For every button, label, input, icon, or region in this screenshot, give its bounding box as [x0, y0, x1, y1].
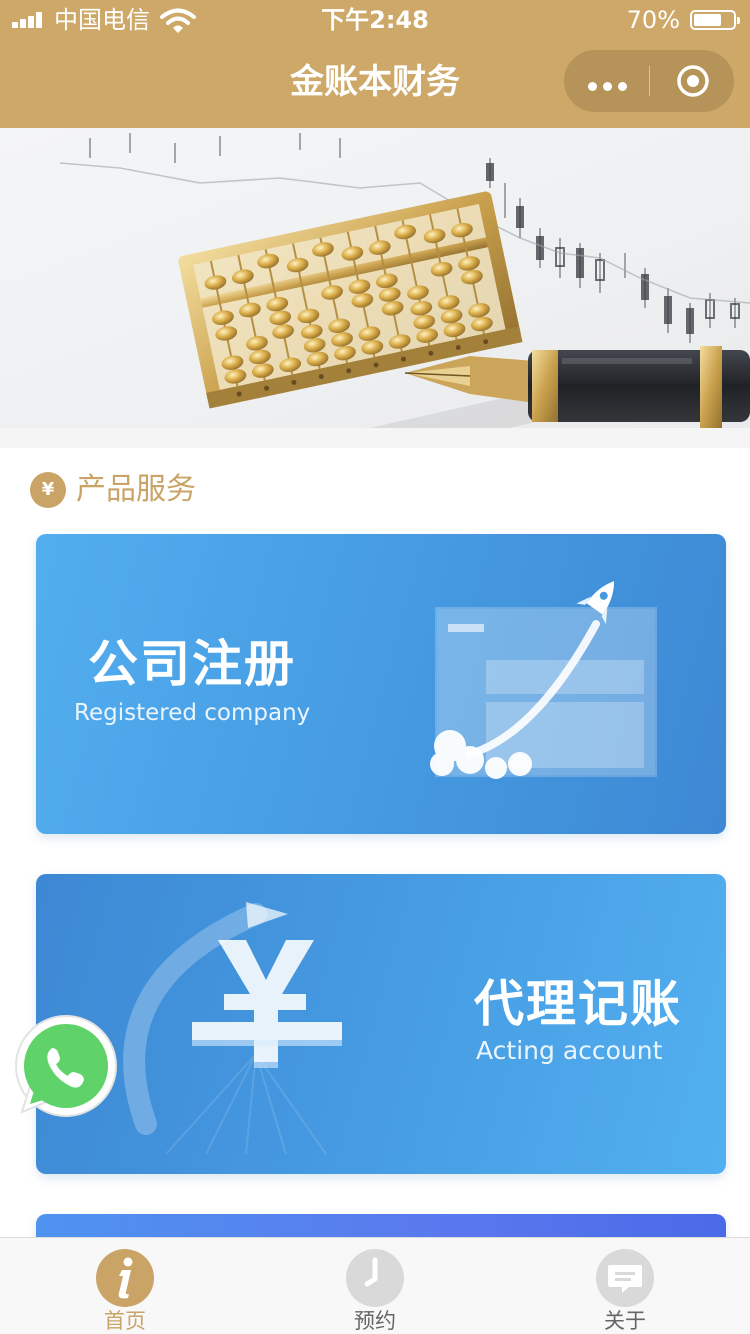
banner-image[interactable] — [0, 128, 750, 428]
card-title: 公司注册 — [88, 635, 296, 693]
close-target-icon — [677, 65, 709, 97]
tab-label: 预约 — [354, 1309, 396, 1333]
battery-percent: 70% — [626, 6, 680, 34]
card-acting-account[interactable]: 代理记账 Acting account — [36, 874, 726, 1174]
info-icon — [96, 1249, 154, 1307]
abacus-and-pen-image — [0, 128, 750, 428]
card-company-registration[interactable]: 公司注册 Registered company — [36, 534, 726, 834]
tab-appointment[interactable]: 预约 — [250, 1238, 500, 1334]
more-button[interactable] — [564, 50, 649, 112]
card-subtitle: Acting account — [476, 1036, 663, 1065]
whatsapp-icon[interactable] — [10, 1012, 120, 1122]
card-subtitle: Registered company — [74, 700, 311, 726]
battery-icon — [690, 10, 740, 30]
tab-label: 关于 — [604, 1309, 646, 1333]
clock-icon — [346, 1249, 404, 1307]
close-button[interactable] — [650, 50, 734, 112]
card-title: 代理记账 — [474, 975, 682, 1033]
yuan-icon — [123, 902, 342, 1154]
battery-fill — [694, 14, 721, 26]
status-bar: 中国电信 下午2:48 70% — [0, 0, 750, 40]
app-page: 中国电信 下午2:48 70% 金账本财务 ¥ 产品服务 公司注册 Regist… — [0, 0, 750, 1334]
mini-program-capsule — [564, 50, 734, 112]
tab-label: 首页 — [104, 1309, 146, 1333]
tab-home[interactable]: 首页 — [0, 1238, 250, 1334]
tab-about[interactable]: 关于 — [500, 1238, 750, 1334]
section-title: 产品服务 — [76, 472, 196, 507]
section-gap — [0, 428, 750, 448]
more-dots-icon — [588, 76, 633, 95]
yen-coin-icon: ¥ — [30, 472, 66, 508]
bottom-tab-bar: 首页 预约 关于 — [0, 1237, 750, 1334]
top-header: 中国电信 下午2:48 70% 金账本财务 — [0, 0, 750, 128]
rocket-icon — [430, 581, 657, 779]
chat-icon — [596, 1249, 654, 1307]
